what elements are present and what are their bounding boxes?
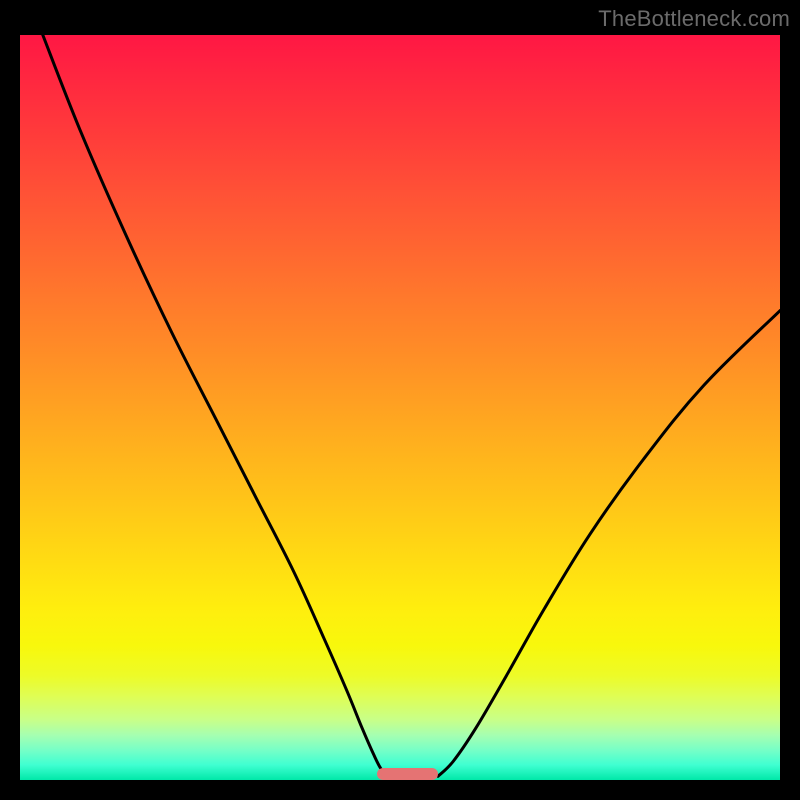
curves-svg: [20, 35, 780, 780]
bottleneck-marker: [377, 768, 438, 780]
chart-frame: TheBottleneck.com: [0, 0, 800, 800]
right-curve-path: [438, 311, 780, 777]
left-curve-path: [43, 35, 389, 776]
plot-area: [20, 35, 780, 780]
watermark-text: TheBottleneck.com: [598, 6, 790, 32]
